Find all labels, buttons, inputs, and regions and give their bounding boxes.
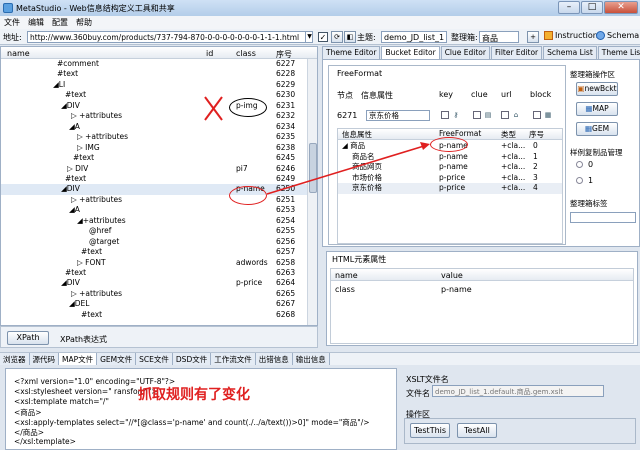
arrow-icon [266, 142, 430, 195]
annotation-text: 抓取规则有了变化 [138, 387, 250, 403]
annotation-overlay [204, 96, 430, 195]
cross-mark-icon [204, 96, 223, 121]
